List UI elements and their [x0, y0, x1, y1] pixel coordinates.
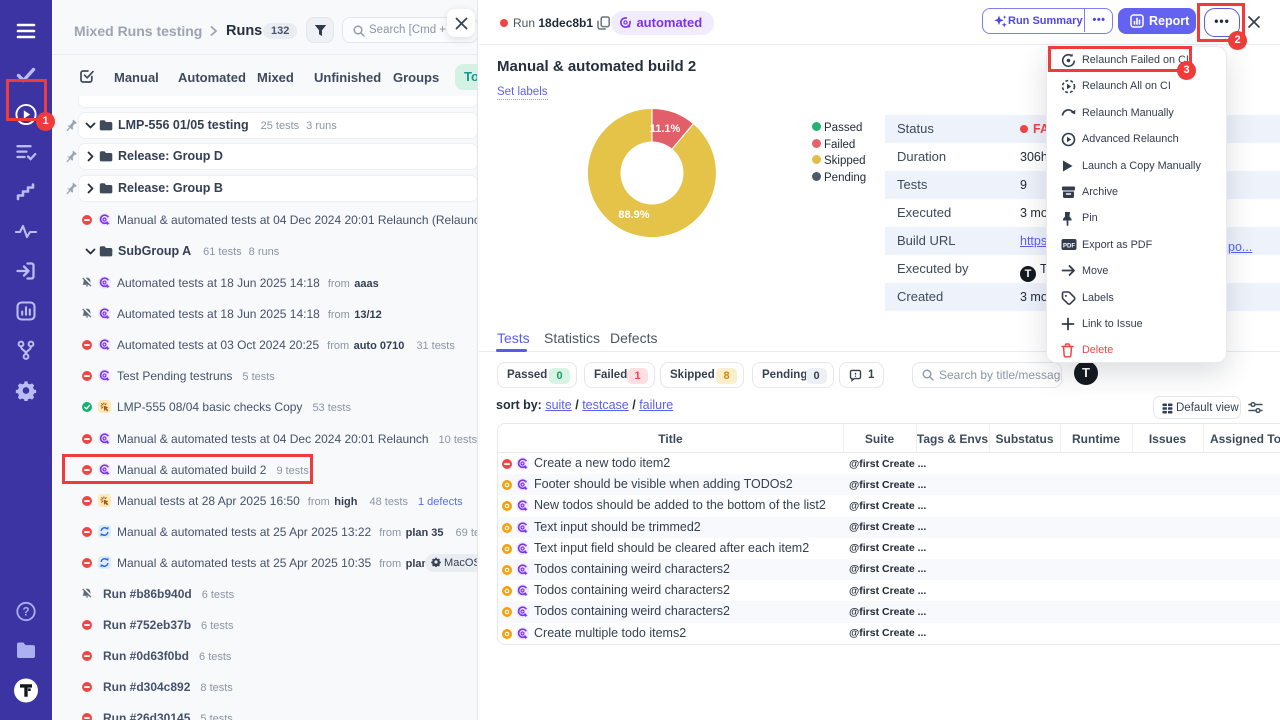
svg-text:11.1%: 11.1%	[650, 123, 681, 135]
svg-text:?: ?	[22, 607, 29, 619]
svg-text:PDF: PDF	[1063, 243, 1075, 249]
svg-text:88.9%: 88.9%	[618, 209, 649, 221]
